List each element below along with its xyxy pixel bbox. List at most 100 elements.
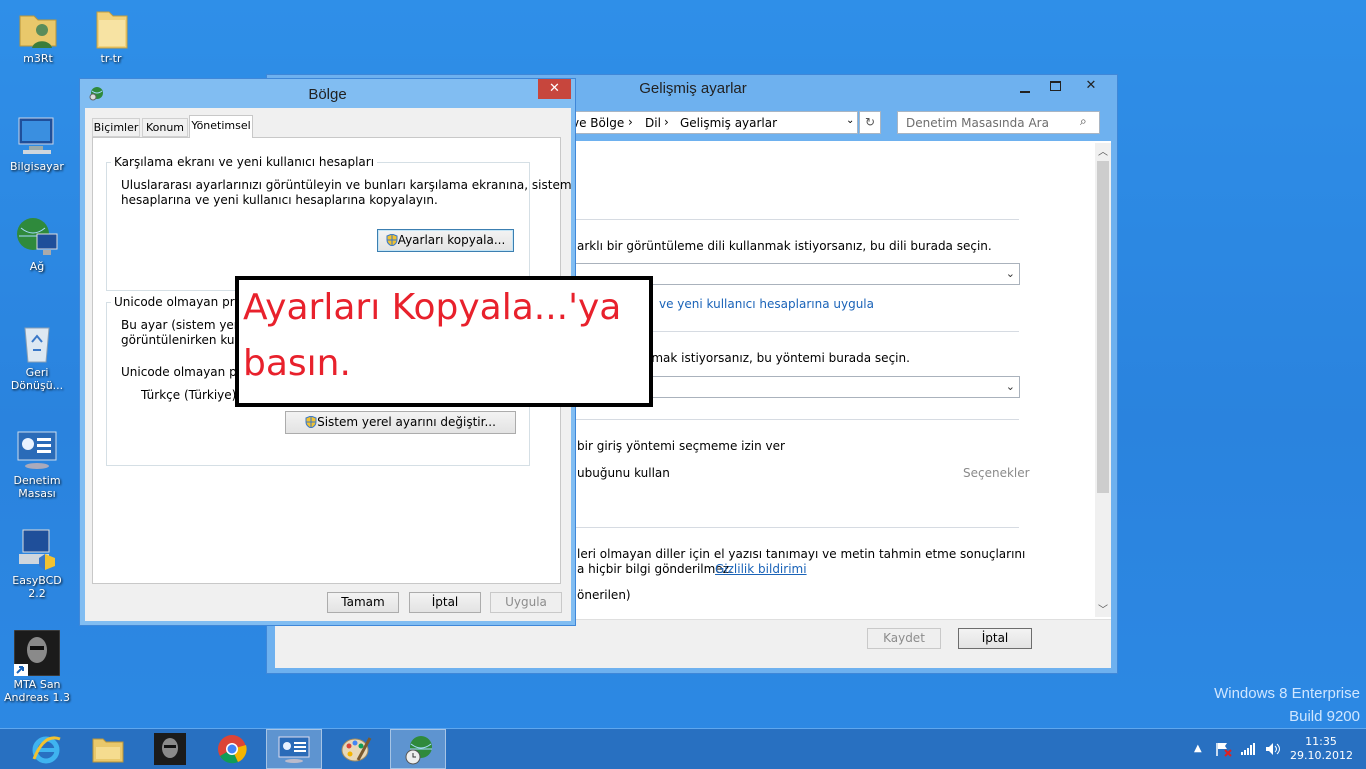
apply-to-accounts-link[interactable]: ve yeni kullanıcı hesaplarına uygula: [659, 297, 874, 311]
close-icon: ✕: [549, 81, 560, 96]
search-input[interactable]: Denetim Masasında Ara: [906, 116, 1049, 130]
desktop-icon-mta[interactable]: MTA San Andreas 1.3: [2, 629, 72, 704]
minimize-button[interactable]: [1013, 81, 1037, 97]
recycle-bin-icon: [15, 320, 59, 364]
taskbar-region[interactable]: [390, 729, 446, 769]
mta-game-icon: [154, 733, 186, 768]
tab-label: Biçimler: [93, 121, 139, 134]
taskbar-chrome[interactable]: [204, 729, 260, 769]
tab-location[interactable]: Konum: [142, 118, 188, 137]
welcome-screen-description-2: hesaplarına ve yeni kullanıcı hesapların…: [121, 193, 438, 207]
breadcrumb-item[interactable]: Dil: [645, 116, 661, 130]
scroll-down-icon[interactable]: ﹀: [1095, 601, 1111, 617]
copy-settings-label: Ayarları kopyala...: [397, 233, 506, 247]
tab-label: Yönetimsel: [191, 119, 251, 132]
desktop-icon-label: EasyBCD 2.2: [12, 574, 62, 600]
windows-build-watermark: Build 9200: [1289, 708, 1360, 725]
desktop-icon-label: Geri Dönüşü...: [10, 366, 64, 392]
scrollbar-thumb[interactable]: [1097, 161, 1109, 493]
desktop-icon-label: tr-tr: [100, 52, 122, 65]
handwriting-text-2: a hiçbir bilgi gönderilmez.: [577, 562, 733, 576]
uac-shield-icon: [305, 414, 317, 429]
copy-settings-button[interactable]: Ayarları kopyala...: [377, 229, 514, 252]
options-link: Seçenekler: [963, 466, 1030, 480]
volume-icon[interactable]: [1265, 742, 1281, 756]
windows-edition-watermark: Windows 8 Enterprise: [1214, 685, 1360, 702]
desktop-icon-recycle-bin[interactable]: Geri Dönüşü...: [2, 320, 72, 392]
clock-date: 29.10.2012: [1290, 749, 1353, 762]
chevron-down-icon: ⌄: [1005, 267, 1015, 280]
region-dialog-title: Bölge: [308, 86, 347, 103]
chevron-down-icon[interactable]: ⌄: [846, 115, 854, 126]
desktop-icon-label: Denetim Masası: [13, 474, 61, 500]
use-language-bar-option[interactable]: ubuğunu kullan: [577, 466, 670, 480]
network-signal-icon[interactable]: [1240, 742, 1256, 756]
internet-explorer-icon: [30, 733, 62, 768]
desktop-icon-tr-tr[interactable]: tr-tr: [76, 6, 146, 65]
file-explorer-icon: [92, 735, 124, 766]
refresh-button[interactable]: ↻: [859, 111, 881, 134]
desktop-icon-control-panel[interactable]: Denetim Masası: [2, 428, 72, 500]
address-bar[interactable]: ve Bölge › Dil › Gelişmiş ayarlar ⌄: [567, 111, 858, 134]
chevron-down-icon: ⌄: [1005, 380, 1015, 393]
tab-formats[interactable]: Biçimler: [92, 118, 140, 137]
computer-icon: [15, 114, 59, 158]
maximize-button[interactable]: [1043, 79, 1067, 95]
desktop-icon-easybcd[interactable]: EasyBCD 2.2: [2, 528, 72, 600]
desktop-icon-computer[interactable]: Bilgisayar: [2, 114, 72, 173]
desktop-icon-label: m3Rt: [23, 52, 53, 65]
taskbar-control-panel[interactable]: [266, 729, 322, 769]
advanced-settings-footer: Kaydet İptal: [275, 619, 1111, 668]
action-center-flag-icon[interactable]: [1214, 741, 1232, 757]
privacy-statement-link[interactable]: Gizlilik bildirimi: [715, 562, 807, 576]
section-divider: [575, 219, 1019, 220]
welcome-screen-description: Uluslararası ayarlarınızı görüntüleyin v…: [121, 178, 572, 192]
tray-overflow-chevron-icon[interactable]: ▲: [1194, 729, 1202, 769]
change-system-locale-button[interactable]: Sistem yerel ayarını değiştir...: [285, 411, 516, 434]
breadcrumb-separator-icon: ›: [664, 115, 669, 129]
display-language-text: arklı bir görüntüleme dili kullanmak ist…: [577, 239, 992, 253]
region-close-button[interactable]: ✕: [538, 79, 571, 99]
network-globe-icon: [15, 214, 59, 258]
section-divider: [575, 419, 1019, 420]
section-divider: [575, 527, 1019, 528]
taskbar-paint[interactable]: [328, 729, 384, 769]
non-unicode-group-title: Unicode olmayan prog: [111, 295, 253, 309]
non-unicode-description-2: görüntülenirken kulla: [121, 333, 249, 347]
taskbar-file-explorer[interactable]: [80, 729, 136, 769]
close-button[interactable]: ✕: [1069, 76, 1113, 96]
taskbar-mta[interactable]: [142, 729, 198, 769]
desktop-icon-network[interactable]: Ağ: [2, 214, 72, 273]
clock[interactable]: 11:35 29.10.2012: [1290, 729, 1353, 769]
breadcrumb-item[interactable]: Gelişmiş ayarlar: [680, 116, 777, 130]
vertical-scrollbar[interactable]: ︿ ﹀: [1095, 143, 1111, 617]
mta-game-icon: [13, 629, 61, 677]
handwriting-text: leri olmayan diller için el yazısı tanım…: [577, 547, 1026, 561]
control-panel-icon: [278, 735, 310, 768]
cancel-button[interactable]: İptal: [958, 628, 1032, 649]
tab-administrative[interactable]: Yönetimsel: [189, 115, 253, 138]
cancel-button[interactable]: İptal: [409, 592, 481, 613]
scroll-up-icon[interactable]: ︿: [1095, 143, 1111, 159]
search-icon[interactable]: ⌕: [1080, 114, 1087, 129]
desktop-icon-label: Bilgisayar: [10, 160, 64, 173]
ok-button[interactable]: Tamam: [327, 592, 399, 613]
breadcrumb-separator-icon: ›: [628, 115, 633, 129]
search-box[interactable]: Denetim Masasında Ara ⌕: [897, 111, 1100, 134]
clock-time: 11:35: [1305, 735, 1337, 748]
taskbar-internet-explorer[interactable]: [18, 729, 74, 769]
allow-input-method-option[interactable]: bir giriş yöntemi seçmeme izin ver: [577, 439, 785, 453]
uac-shield-icon: [386, 232, 398, 247]
instruction-text-line1: Ayarları Kopyala...'ya: [243, 287, 622, 328]
instruction-text-line2: basın.: [243, 343, 351, 384]
breadcrumb-item[interactable]: ve Bölge: [572, 116, 624, 130]
save-button[interactable]: Kaydet: [867, 628, 941, 649]
desktop-icon-label: MTA San Andreas 1.3: [4, 678, 70, 704]
desktop-icon-m3rt[interactable]: m3Rt: [3, 6, 73, 65]
chrome-icon: [216, 733, 248, 768]
recommended-option[interactable]: önerilen): [577, 588, 631, 602]
instruction-callout: Ayarları Kopyala...'ya basın.: [235, 276, 653, 407]
region-clock-globe-icon: [403, 734, 435, 769]
user-folder-icon: [16, 6, 60, 50]
apply-button[interactable]: Uygula: [490, 592, 562, 613]
